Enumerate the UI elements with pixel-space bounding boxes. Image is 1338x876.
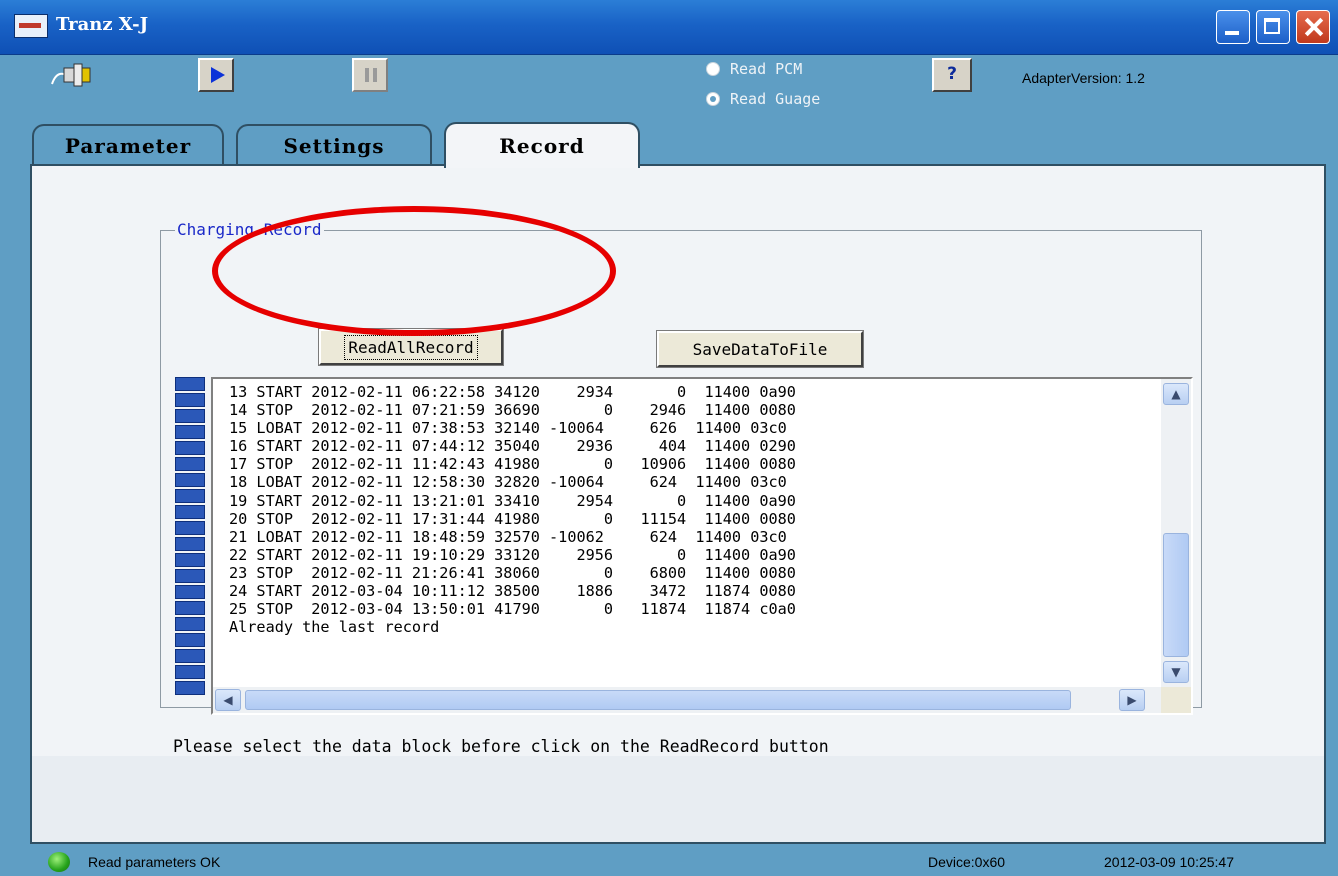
radio-label: Read PCM <box>730 60 803 78</box>
help-button[interactable]: ? <box>932 58 972 92</box>
data-block[interactable] <box>175 649 205 663</box>
read-all-record-label: ReadAllRecord <box>344 334 478 360</box>
data-block[interactable] <box>175 441 205 455</box>
data-block[interactable] <box>175 585 205 599</box>
data-block[interactable] <box>175 505 205 519</box>
scroll-right-icon[interactable]: ▶ <box>1119 689 1145 711</box>
app-logo-icon <box>14 14 48 38</box>
record-rows: 13 START 2012-02-11 06:22:58 34120 2934 … <box>229 383 796 619</box>
record-lines: 13 START 2012-02-11 06:22:58 34120 2934 … <box>229 383 1129 665</box>
vertical-scrollbar[interactable]: ▲ ▼ <box>1161 379 1191 687</box>
data-block[interactable] <box>175 633 205 647</box>
title-bar[interactable]: Tranz X-J <box>0 0 1338 55</box>
data-block[interactable] <box>175 601 205 615</box>
minimize-button[interactable] <box>1216 10 1250 44</box>
status-led-icon <box>48 852 70 872</box>
play-button[interactable] <box>198 58 234 92</box>
window-title: Tranz X-J <box>56 14 149 35</box>
data-block-selector[interactable] <box>175 377 205 709</box>
record-footer: Already the last record <box>229 618 440 637</box>
data-block[interactable] <box>175 521 205 535</box>
radio-read-pcm[interactable]: Read PCM <box>706 58 802 80</box>
data-block[interactable] <box>175 425 205 439</box>
adapter-version: AdapterVersion: 1.2 <box>1022 70 1145 86</box>
data-block[interactable] <box>175 473 205 487</box>
app-window: Tranz X-J Read PCM Read Guage ? AdapterV… <box>0 0 1338 876</box>
data-block[interactable] <box>175 409 205 423</box>
scroll-down-icon[interactable]: ▼ <box>1163 661 1189 683</box>
vertical-scroll-thumb[interactable] <box>1163 533 1189 657</box>
panel-lower-area <box>32 756 1324 842</box>
help-pointer-icon: ? <box>947 64 957 84</box>
save-data-to-file-button[interactable]: SaveDataToFile <box>656 330 864 368</box>
data-block[interactable] <box>175 665 205 679</box>
horizontal-scrollbar[interactable]: ◀ ▶ <box>213 687 1161 713</box>
data-block[interactable] <box>175 617 205 631</box>
close-button[interactable] <box>1296 10 1330 44</box>
maximize-button[interactable] <box>1256 10 1290 44</box>
red-highlight-circle <box>212 206 616 336</box>
tab-record[interactable]: Record <box>444 122 640 168</box>
radio-label: Read Guage <box>730 90 821 108</box>
data-block[interactable] <box>175 553 205 567</box>
radio-read-guage[interactable]: Read Guage <box>706 88 820 110</box>
status-datetime: 2012-03-09 10:25:47 <box>1104 854 1234 870</box>
scroll-up-icon[interactable]: ▲ <box>1163 383 1189 405</box>
scrollbar-corner <box>1161 687 1191 713</box>
data-block[interactable] <box>175 393 205 407</box>
status-bar: Read parameters OK Device:0x60 2012-03-0… <box>0 846 1338 876</box>
radio-dot[interactable] <box>706 62 720 76</box>
radio-dot[interactable] <box>706 92 720 106</box>
data-block[interactable] <box>175 377 205 391</box>
horizontal-scroll-thumb[interactable] <box>245 690 1071 710</box>
data-block[interactable] <box>175 537 205 551</box>
record-textarea[interactable]: 13 START 2012-02-11 06:22:58 34120 2934 … <box>211 377 1193 715</box>
pause-button[interactable] <box>352 58 388 92</box>
status-message: Read parameters OK <box>88 854 221 870</box>
data-block[interactable] <box>175 569 205 583</box>
tab-settings[interactable]: Settings <box>236 124 432 166</box>
scroll-left-icon[interactable]: ◀ <box>215 689 241 711</box>
status-device: Device:0x60 <box>928 854 1006 870</box>
plug-connector-icon[interactable] <box>50 62 94 88</box>
data-block[interactable] <box>175 489 205 503</box>
data-block[interactable] <box>175 681 205 695</box>
data-block[interactable] <box>175 457 205 471</box>
instruction-text: Please select the data block before clic… <box>173 737 829 756</box>
tab-parameter[interactable]: Parameter <box>32 124 224 166</box>
